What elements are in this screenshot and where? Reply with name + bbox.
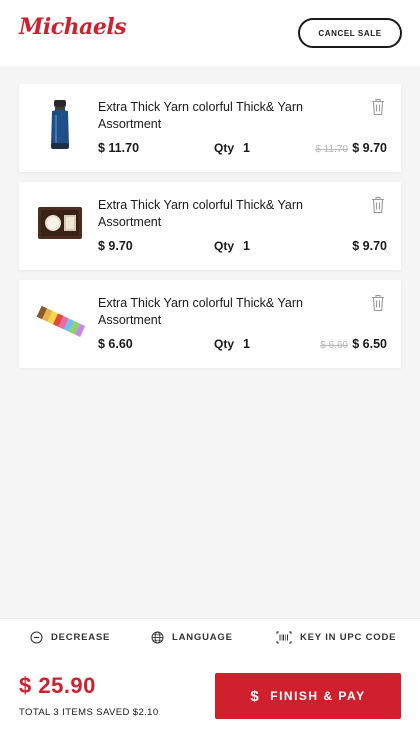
brand-logo: Michaels (19, 14, 127, 40)
minus-circle-icon (30, 631, 43, 644)
qty-value[interactable]: 1 (243, 239, 250, 253)
cart-item: Extra Thick Yarn colorful Thick& Yarn As… (19, 84, 401, 172)
language-button[interactable]: LANGUAGE (151, 631, 233, 644)
cart-item: Extra Thick Yarn colorful Thick& Yarn As… (19, 280, 401, 368)
finish-pay-button[interactable]: $ FINISH & PAY (215, 673, 401, 719)
qty-label: Qty (214, 141, 235, 155)
globe-icon (151, 631, 164, 644)
cart-item: Extra Thick Yarn colorful Thick& Yarn As… (19, 182, 401, 270)
item-title: Extra Thick Yarn colorful Thick& Yarn As… (98, 100, 303, 131)
qty-label: Qty (214, 337, 235, 351)
original-price: $ 11.70 (315, 144, 348, 155)
qty-label: Qty (214, 239, 235, 253)
cancel-sale-button[interactable]: CANCEL SALE (298, 18, 402, 48)
decrease-button[interactable]: DECREASE (30, 631, 110, 644)
qty-value[interactable]: 1 (243, 141, 250, 155)
upc-code-button[interactable]: KEY IN UPC CODE (276, 631, 396, 644)
action-toolbar: DECREASE LANGUAGE KEY IN UPC CODE (0, 618, 420, 656)
header: Michaels CANCEL SALE (0, 0, 420, 66)
barcode-icon (276, 631, 292, 644)
trash-icon[interactable] (371, 98, 385, 116)
item-title: Extra Thick Yarn colorful Thick& Yarn As… (98, 296, 303, 327)
original-price: $ 6.60 (320, 340, 348, 351)
item-price: $ 9.70 (98, 239, 133, 253)
product-image-water-bottle (29, 94, 91, 156)
final-price: $ 9.70 (352, 239, 387, 253)
trash-icon[interactable] (371, 294, 385, 312)
item-price: $ 6.60 (98, 337, 133, 351)
upc-label: KEY IN UPC CODE (300, 632, 397, 643)
total-amount: $ 25.90 (19, 673, 96, 698)
savings-summary: TOTAL 3 ITEMS SAVED $2.10 (19, 707, 159, 718)
product-image-photo-frame (29, 192, 91, 254)
qty-value[interactable]: 1 (243, 337, 250, 351)
item-title: Extra Thick Yarn colorful Thick& Yarn As… (98, 198, 303, 229)
final-price: $ 6.50 (352, 337, 387, 351)
item-price: $ 11.70 (98, 141, 140, 155)
final-price: $ 9.70 (352, 141, 387, 155)
product-image-color-blocks (29, 290, 91, 352)
finish-pay-label: FINISH & PAY (270, 689, 366, 703)
checkout-footer: $ 25.90 TOTAL 3 ITEMS SAVED $2.10 $ FINI… (0, 656, 420, 747)
decrease-label: DECREASE (51, 632, 111, 643)
language-label: LANGUAGE (172, 632, 233, 643)
dollar-icon: $ (250, 687, 261, 705)
trash-icon[interactable] (371, 196, 385, 214)
